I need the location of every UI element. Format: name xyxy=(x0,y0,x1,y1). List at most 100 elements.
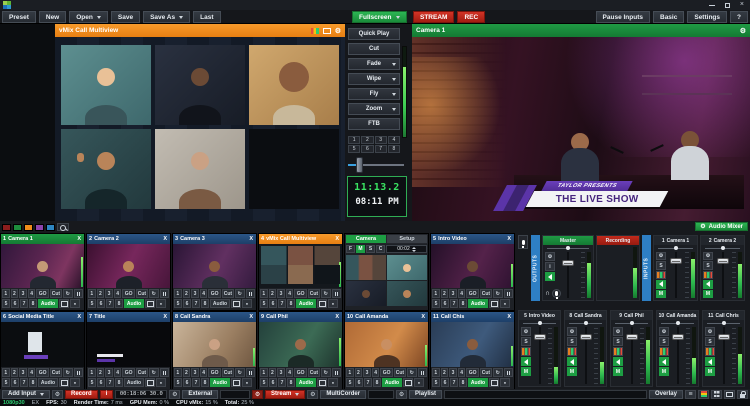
monitor-icon[interactable] xyxy=(231,299,241,308)
fader-handle[interactable] xyxy=(626,334,638,340)
category-color-button[interactable] xyxy=(35,224,44,231)
input-tile[interactable]: 8 Call Sandra X 1 2 3 4 xyxy=(172,311,257,390)
overlay-5-button[interactable]: 5 xyxy=(260,378,268,387)
input-tile[interactable]: 3 Camera 3 X 1 2 3 4 xyxy=(172,233,257,311)
volume-fader[interactable] xyxy=(717,327,730,384)
overlay-6-button[interactable]: 6 xyxy=(269,299,277,308)
pause-icon[interactable] xyxy=(504,289,513,298)
cut-button[interactable]: Cut xyxy=(50,368,62,377)
overlay-6-button[interactable]: 6 xyxy=(11,378,19,387)
external-settings-gear-icon[interactable]: ⚙ xyxy=(169,390,180,399)
cut-button[interactable]: Cut xyxy=(308,289,320,298)
fader-handle[interactable] xyxy=(580,334,592,340)
volume-fader[interactable] xyxy=(671,327,684,384)
monitor-icon[interactable] xyxy=(59,299,69,308)
cut-button[interactable]: Cut xyxy=(480,368,492,377)
record-button[interactable]: Record xyxy=(65,390,98,399)
record-dot-icon[interactable]: ● xyxy=(70,378,80,387)
cut-button[interactable]: Cut xyxy=(394,368,406,377)
multicorder-button[interactable]: MultiCorder xyxy=(320,390,366,399)
input-tile[interactable]: 2 Camera 2 X 1 2 3 4 xyxy=(86,233,171,311)
overlay-7-button[interactable]: 7 xyxy=(106,378,114,387)
cut-button[interactable]: Cut xyxy=(50,289,62,298)
mic-icon[interactable] xyxy=(552,289,561,298)
category-color-button[interactable] xyxy=(2,224,11,231)
record-info-button[interactable]: i xyxy=(100,390,114,399)
bus-assign-icon[interactable] xyxy=(613,347,623,356)
audio-levels-icon[interactable] xyxy=(311,28,319,34)
fader-handle[interactable] xyxy=(718,334,730,340)
input-tile[interactable]: 6 Social Media Title X 1 2 3 xyxy=(0,311,85,390)
close-icon[interactable]: X xyxy=(248,314,254,320)
overlay-8-button[interactable]: 8 xyxy=(287,299,295,308)
overlay-3-button[interactable]: 3 xyxy=(191,368,199,377)
go-button[interactable]: GO xyxy=(36,368,48,377)
fader-handle[interactable] xyxy=(670,258,682,264)
fader-handle[interactable] xyxy=(672,334,684,340)
preset-button[interactable]: Preset xyxy=(2,11,36,23)
go-button[interactable]: GO xyxy=(294,368,306,377)
overlay-2-button[interactable]: 2 xyxy=(183,289,191,298)
audio-button[interactable]: Audio xyxy=(38,299,58,308)
info-button[interactable]: i xyxy=(545,262,555,271)
rec-indicator-button[interactable]: REC xyxy=(457,11,485,23)
maximize-icon[interactable] xyxy=(725,3,730,8)
stream-settings-gear-icon[interactable]: ⚙ xyxy=(252,390,263,399)
volume-fader[interactable] xyxy=(625,327,638,384)
help-button[interactable]: ? xyxy=(730,11,748,23)
bus-assign-icon[interactable] xyxy=(705,347,715,356)
external-button[interactable]: External xyxy=(182,390,218,399)
playlist-button[interactable]: Playlist xyxy=(409,390,442,399)
transition-button[interactable]: Quick Play xyxy=(348,28,400,40)
go-button[interactable]: GO xyxy=(122,289,134,298)
volume-fader[interactable] xyxy=(715,252,730,298)
overlay-8-button[interactable]: 8 xyxy=(201,378,209,387)
save-as-button[interactable]: Save As xyxy=(143,11,190,23)
monitor-icon[interactable] xyxy=(489,299,499,308)
overlay-4-button[interactable]: 4 xyxy=(200,289,208,298)
transition-button[interactable]: FTB xyxy=(348,118,400,130)
overlay-1-button[interactable]: 1 xyxy=(88,368,96,377)
speaker-icon[interactable] xyxy=(703,280,713,288)
call-f-button[interactable]: F xyxy=(346,245,355,253)
overlay-7-button[interactable]: 7 xyxy=(20,299,28,308)
overlay-8-button[interactable]: 8 xyxy=(115,378,123,387)
overlay-4-button[interactable]: 4 xyxy=(286,368,294,377)
overlay-5-button[interactable]: 5 xyxy=(88,378,96,387)
settings-button[interactable]: Settings xyxy=(687,11,727,23)
record-dot-icon[interactable]: ● xyxy=(500,299,510,308)
audio-button[interactable]: Audio xyxy=(296,299,316,308)
loop-icon[interactable]: ↻ xyxy=(235,289,244,298)
speaker-icon[interactable] xyxy=(656,280,666,288)
input-thumbnail[interactable] xyxy=(431,244,514,288)
record-dot-icon[interactable]: ● xyxy=(156,378,166,387)
cut-button[interactable]: Cut xyxy=(136,289,148,298)
gear-icon[interactable]: ⚙ xyxy=(567,327,577,336)
monitor-icon[interactable] xyxy=(489,378,499,387)
overlay-2-button[interactable]: 2 xyxy=(441,368,449,377)
input-thumbnail[interactable] xyxy=(259,244,342,288)
volume-fader[interactable] xyxy=(579,327,592,384)
monitor-icon[interactable] xyxy=(317,378,327,387)
record-dot-icon[interactable]: ● xyxy=(156,299,166,308)
solo-button[interactable]: S xyxy=(705,337,715,346)
menu-icon[interactable]: ≡ xyxy=(685,390,696,399)
overlay-7-button[interactable]: 7 xyxy=(364,378,372,387)
transition-button[interactable]: Wipe xyxy=(348,73,400,85)
pause-icon[interactable] xyxy=(246,289,255,298)
playlist-settings-gear-icon[interactable]: ⚙ xyxy=(396,390,407,399)
overlay-2-button[interactable]: 2 xyxy=(269,289,277,298)
pause-icon[interactable] xyxy=(504,368,513,377)
pan-slider[interactable] xyxy=(654,245,697,251)
overlay-3-button[interactable]: 3 xyxy=(105,289,113,298)
close-icon[interactable]: X xyxy=(506,314,512,320)
preview-video[interactable] xyxy=(55,37,345,221)
mute-button[interactable]: M xyxy=(656,290,666,298)
pause-icon[interactable] xyxy=(74,368,83,377)
input-tile[interactable]: 11 Call Chis X 1 2 3 4 xyxy=(430,311,515,390)
overlay-5-button[interactable]: 5 xyxy=(2,378,10,387)
overlay-6-button[interactable]: 6 xyxy=(269,378,277,387)
bus-assign-icon[interactable] xyxy=(521,347,531,356)
call-s-button[interactable]: S xyxy=(366,245,375,253)
call-m-button[interactable]: M xyxy=(356,245,365,253)
